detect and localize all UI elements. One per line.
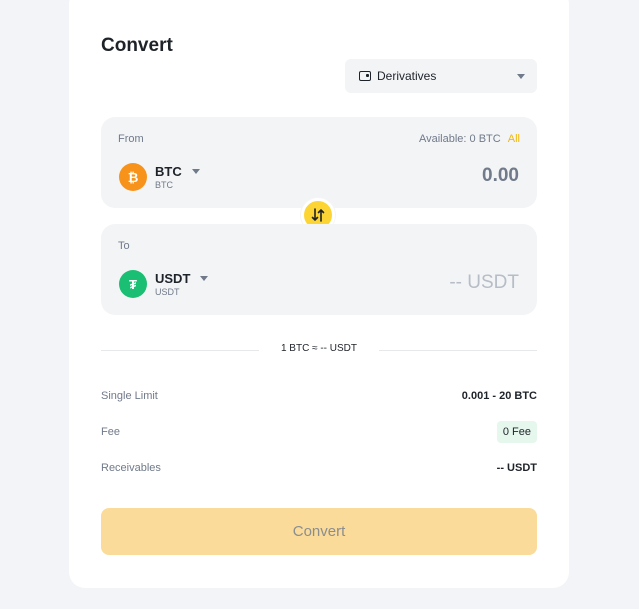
to-label: To (118, 240, 130, 252)
to-amount-output: -- USDT (449, 272, 519, 293)
available-text: Available: 0 BTC (418, 133, 501, 145)
to-coin-symbol: USDT (155, 270, 191, 286)
account-type-dropdown[interactable]: Derivatives (345, 59, 537, 93)
from-amount-input[interactable]: 0.00 (482, 165, 519, 187)
from-label: From (118, 133, 144, 145)
divider (379, 350, 537, 351)
all-link[interactable]: All (508, 133, 520, 145)
tether-icon: ₮ (119, 270, 147, 298)
convert-card: Convert Derivatives From Available: 0 BT… (69, 0, 569, 588)
exchange-rate-row: 1 BTC ≈ -- USDT (101, 343, 537, 357)
bitcoin-icon: ₿ (119, 163, 147, 191)
receivables-label: Receivables (101, 462, 161, 474)
from-coin-symbol: BTC (155, 163, 182, 179)
fee-label: Fee (101, 426, 120, 438)
page-title: Convert (101, 35, 173, 56)
from-coin-name: BTC (155, 179, 173, 190)
chevron-down-icon (191, 168, 200, 174)
exchange-rate: 1 BTC ≈ -- USDT (280, 343, 358, 354)
single-limit-row: Single Limit 0.001 - 20 BTC (101, 390, 537, 402)
to-coin-name: USDT (155, 286, 180, 297)
receivables-row: Receivables -- USDT (101, 462, 537, 474)
single-limit-label: Single Limit (101, 390, 158, 402)
fee-row: Fee 0 Fee (101, 421, 537, 443)
chevron-down-icon (200, 275, 209, 281)
to-coin-selector[interactable]: ₮ USDT USDT (119, 270, 209, 298)
available-balance: Available: 0 BTC All (419, 133, 520, 145)
convert-button[interactable]: Convert (101, 508, 537, 555)
wallet-icon (359, 71, 371, 81)
account-type-label: Derivatives (377, 69, 437, 83)
swap-arrows-icon (311, 208, 325, 222)
receivables-value: -- USDT (496, 462, 537, 474)
from-panel: From Available: 0 BTC All ₿ BTC BTC 0.00 (101, 117, 537, 208)
chevron-down-icon (517, 73, 525, 79)
single-limit-value: 0.001 - 20 BTC (461, 390, 537, 402)
fee-badge: 0 Fee (496, 421, 537, 443)
to-panel: To ₮ USDT USDT -- USDT (101, 224, 537, 315)
from-coin-selector[interactable]: ₿ BTC BTC (119, 163, 200, 191)
